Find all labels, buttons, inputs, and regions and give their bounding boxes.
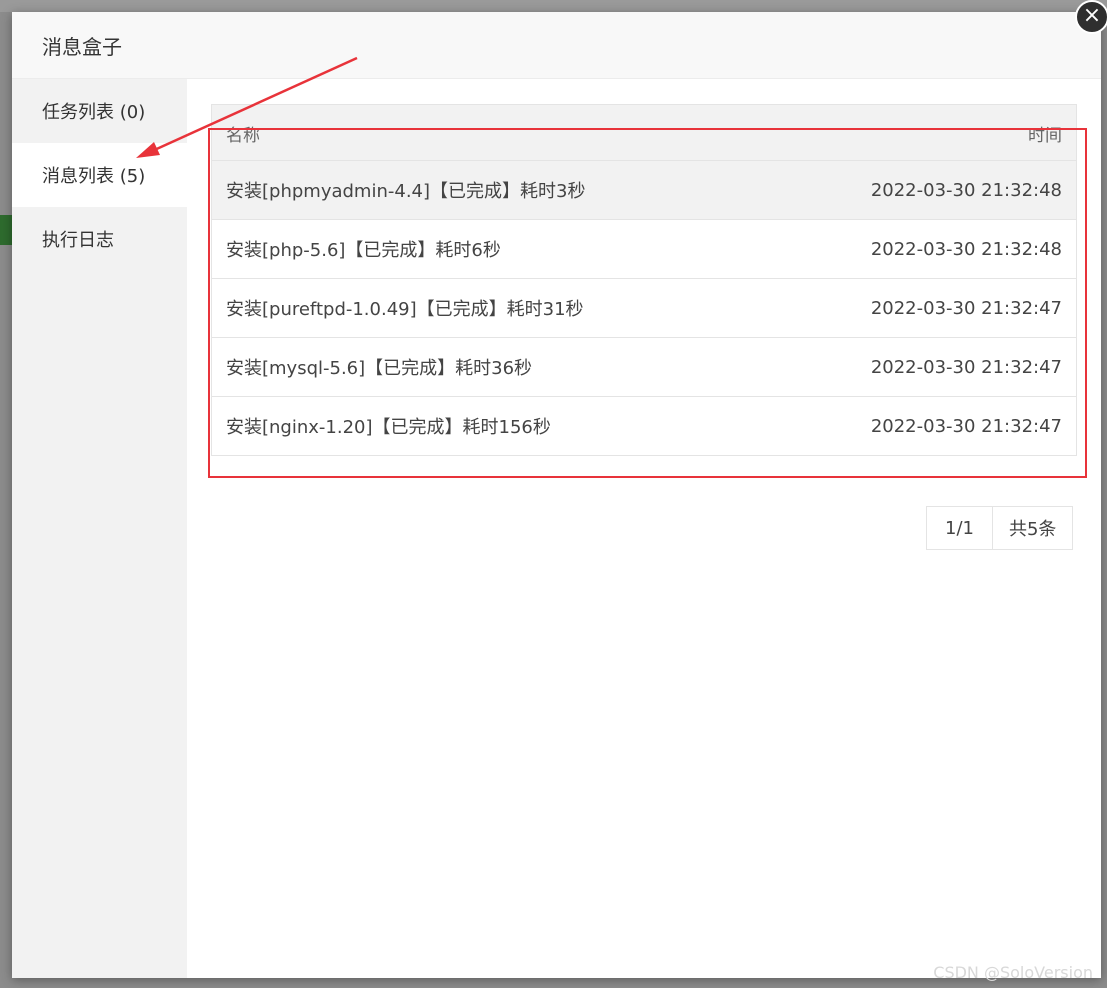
sidebar-item-task-list[interactable]: 任务列表 (0) (12, 79, 187, 143)
column-header-time: 时间 (1028, 126, 1062, 146)
row-name: 安装[mysql-5.6]【已完成】耗时36秒 (226, 358, 533, 379)
sidebar: 任务列表 (0) 消息列表 (5) 执行日志 (12, 79, 187, 978)
table-row[interactable]: 安装[mysql-5.6]【已完成】耗时36秒 2022-03-30 21:32… (212, 338, 1076, 397)
pagination-total-count: 共5条 (991, 507, 1072, 549)
close-button[interactable]: × (1075, 0, 1107, 34)
row-time: 2022-03-30 21:32:47 (870, 297, 1062, 319)
backdrop-top-bar (0, 0, 1107, 12)
row-name: 安装[pureftpd-1.0.49]【已完成】耗时31秒 (226, 299, 584, 320)
message-list-panel: 名称 时间 安装[phpmyadmin-4.4]【已完成】耗时3秒 2022-0… (187, 79, 1101, 978)
row-time: 2022-03-30 21:32:47 (870, 415, 1062, 437)
pagination-current-page[interactable]: 1/1 (927, 507, 992, 549)
row-name: 安装[php-5.6]【已完成】耗时6秒 (226, 240, 501, 261)
table-row[interactable]: 安装[php-5.6]【已完成】耗时6秒 2022-03-30 21:32:48 (212, 220, 1076, 279)
modal-title: 消息盒子 (42, 34, 122, 59)
backdrop-green-accent (0, 215, 12, 245)
pagination: 1/1 共5条 (926, 506, 1074, 550)
row-time: 2022-03-30 21:32:48 (870, 238, 1062, 260)
sidebar-item-execution-log[interactable]: 执行日志 (12, 207, 187, 271)
table-header: 名称 时间 (212, 105, 1076, 161)
modal-header: 消息盒子 (12, 12, 1101, 79)
watermark: CSDN @SoloVersion (933, 963, 1093, 982)
table-row[interactable]: 安装[nginx-1.20]【已完成】耗时156秒 2022-03-30 21:… (212, 397, 1076, 456)
column-header-name: 名称 (226, 126, 260, 146)
sidebar-item-message-list[interactable]: 消息列表 (5) (12, 143, 187, 207)
row-name: 安装[nginx-1.20]【已完成】耗时156秒 (226, 417, 551, 438)
row-time: 2022-03-30 21:32:48 (870, 179, 1062, 201)
row-time: 2022-03-30 21:32:47 (870, 356, 1062, 378)
row-name: 安装[phpmyadmin-4.4]【已完成】耗时3秒 (226, 181, 586, 202)
table-row[interactable]: 安装[phpmyadmin-4.4]【已完成】耗时3秒 2022-03-30 2… (212, 161, 1076, 220)
message-box-modal: 消息盒子 × 任务列表 (0) 消息列表 (5) 执行日志 名称 时间 安装[p… (12, 0, 1107, 978)
message-table: 名称 时间 安装[phpmyadmin-4.4]【已完成】耗时3秒 2022-0… (211, 104, 1077, 456)
table-row[interactable]: 安装[pureftpd-1.0.49]【已完成】耗时31秒 2022-03-30… (212, 279, 1076, 338)
